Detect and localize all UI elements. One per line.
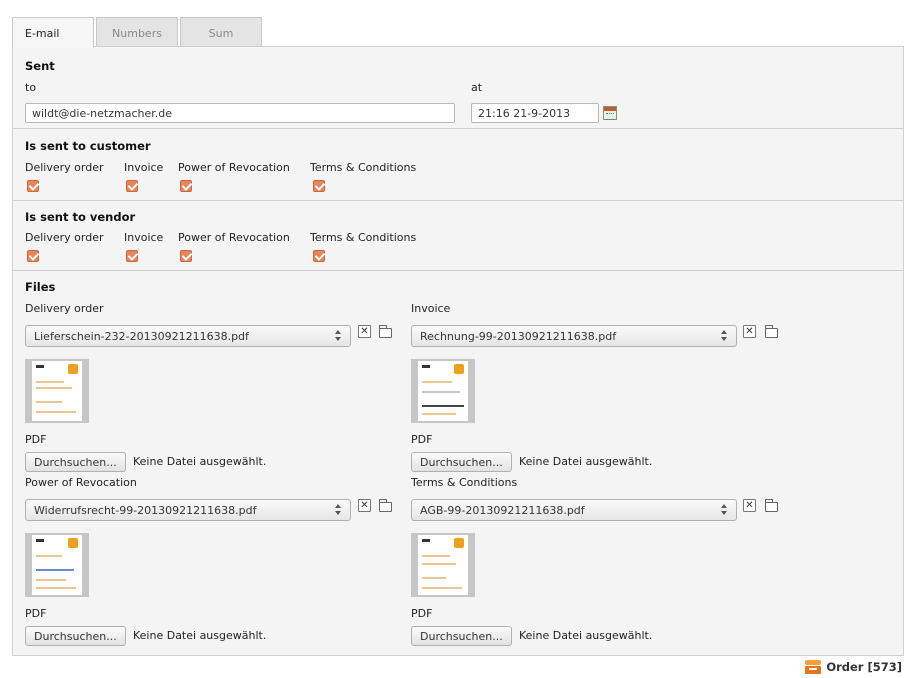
file-terms-selected: AGB-99-20130921211638.pdf (420, 504, 585, 517)
file-revocation-selected: Widerrufsrecht-99-20130921211638.pdf (34, 504, 257, 517)
file-delivery-type: PDF (25, 433, 47, 446)
select-arrows-icon (720, 503, 728, 517)
order-icon (805, 659, 822, 675)
folder-icon[interactable] (765, 325, 778, 338)
files-section: Files Delivery order Lieferschein-232-20… (13, 271, 903, 655)
file-delivery-select[interactable]: Lieferschein-232-20130921211638.pdf (25, 325, 351, 347)
customer-invoice-checkbox[interactable] (126, 180, 138, 192)
folder-icon[interactable] (379, 499, 392, 512)
file-invoice-no-file: Keine Datei ausgewählt. (519, 455, 653, 468)
file-terms-label: Terms & Conditions (411, 476, 518, 489)
select-arrows-icon (334, 329, 342, 343)
customer-terms-checkbox[interactable] (313, 180, 325, 192)
customer-delivery-label: Delivery order (25, 161, 104, 174)
file-terms-type: PDF (411, 607, 433, 620)
pdf-thumbnail (25, 359, 89, 423)
customer-revocation-checkbox[interactable] (180, 180, 192, 192)
select-arrows-icon (334, 503, 342, 517)
sent-datetime-input[interactable]: 21:16 21-9-2013 (471, 103, 599, 123)
remove-file-icon[interactable]: ✕ (743, 325, 756, 338)
to-email-input[interactable]: wildt@die-netzmacher.de (25, 103, 455, 123)
folder-icon[interactable] (765, 499, 778, 512)
file-revocation-label: Power of Revocation (25, 476, 137, 489)
vendor-invoice-checkbox[interactable] (126, 250, 138, 262)
remove-file-icon[interactable]: ✕ (358, 325, 371, 338)
vendor-invoice-label: Invoice (124, 231, 164, 244)
file-invoice-browse-button[interactable]: Durchsuchen... (411, 452, 512, 472)
remove-file-icon[interactable]: ✕ (358, 499, 371, 512)
file-revocation-no-file: Keine Datei ausgewählt. (133, 629, 267, 642)
order-label: Order [573] (826, 660, 902, 674)
file-invoice-label: Invoice (411, 302, 451, 315)
files-heading: Files (25, 280, 56, 294)
sent-heading: Sent (25, 59, 55, 73)
file-terms-browse-button[interactable]: Durchsuchen... (411, 626, 512, 646)
pdf-thumbnail (411, 533, 475, 597)
calendar-icon[interactable] (603, 106, 617, 120)
vendor-revocation-checkbox[interactable] (180, 250, 192, 262)
remove-file-icon[interactable]: ✕ (743, 499, 756, 512)
file-terms-no-file: Keine Datei ausgewählt. (519, 629, 653, 642)
file-revocation-browse-button[interactable]: Durchsuchen... (25, 626, 126, 646)
order-footer[interactable]: Order [573] (805, 658, 902, 676)
file-invoice-selected: Rechnung-99-20130921211638.pdf (420, 330, 617, 343)
customer-invoice-label: Invoice (124, 161, 164, 174)
vendor-terms-checkbox[interactable] (313, 250, 325, 262)
file-revocation-type: PDF (25, 607, 47, 620)
file-delivery-browse-button[interactable]: Durchsuchen... (25, 452, 126, 472)
pdf-thumbnail (25, 533, 89, 597)
sent-section: Sent to wildt@die-netzmacher.de at 21:16… (13, 47, 903, 129)
vendor-terms-label: Terms & Conditions (310, 231, 417, 244)
file-invoice-select[interactable]: Rechnung-99-20130921211638.pdf (411, 325, 737, 347)
customer-section: Is sent to customer Delivery order Invoi… (13, 129, 903, 201)
file-terms-select[interactable]: AGB-99-20130921211638.pdf (411, 499, 737, 521)
file-delivery-no-file: Keine Datei ausgewählt. (133, 455, 267, 468)
tab-email[interactable]: E-mail (12, 17, 94, 48)
select-arrows-icon (720, 329, 728, 343)
vendor-section: Is sent to vendor Delivery order Invoice… (13, 201, 903, 271)
customer-delivery-checkbox[interactable] (27, 180, 39, 192)
vendor-revocation-label: Power of Revocation (178, 231, 290, 244)
customer-terms-label: Terms & Conditions (310, 161, 417, 174)
tab-numbers[interactable]: Numbers (96, 17, 178, 47)
email-panel: Sent to wildt@die-netzmacher.de at 21:16… (12, 46, 904, 656)
tab-sum[interactable]: Sum (180, 17, 262, 47)
at-label: at (471, 81, 483, 94)
file-delivery-label: Delivery order (25, 302, 104, 315)
folder-icon[interactable] (379, 325, 392, 338)
file-revocation-select[interactable]: Widerrufsrecht-99-20130921211638.pdf (25, 499, 351, 521)
file-delivery-selected: Lieferschein-232-20130921211638.pdf (34, 330, 249, 343)
pdf-thumbnail (411, 359, 475, 423)
file-invoice-type: PDF (411, 433, 433, 446)
vendor-heading: Is sent to vendor (25, 210, 136, 224)
customer-revocation-label: Power of Revocation (178, 161, 290, 174)
customer-heading: Is sent to customer (25, 139, 151, 153)
to-label: to (25, 81, 37, 94)
tab-bar: E-mail Numbers Sum (12, 17, 264, 48)
vendor-delivery-checkbox[interactable] (27, 250, 39, 262)
vendor-delivery-label: Delivery order (25, 231, 104, 244)
